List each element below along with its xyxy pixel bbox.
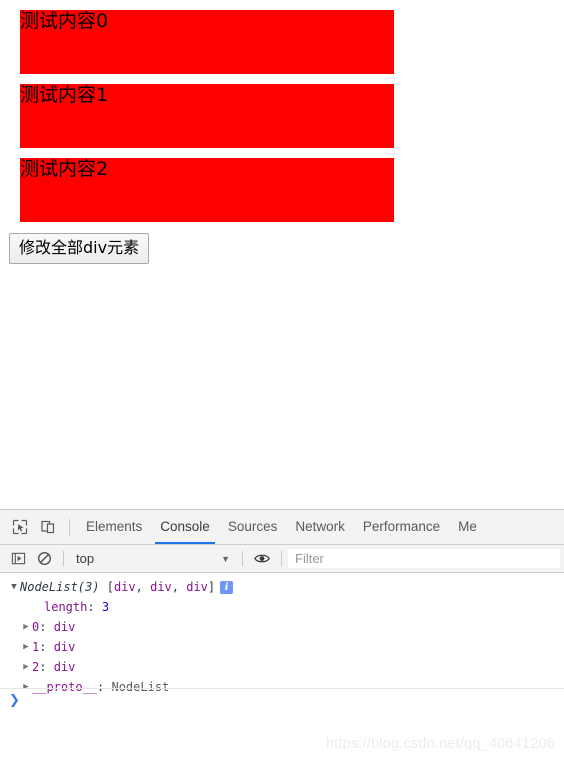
live-expression-eye-icon[interactable]	[249, 547, 275, 571]
console-log-text: 2: div	[32, 660, 76, 674]
disclosure-triangle-closed-icon[interactable]: ▶	[20, 682, 32, 692]
watermark-text: https://blog.csdn.net/qq_40641206	[325, 736, 555, 752]
inspect-element-icon[interactable]	[6, 513, 34, 541]
tab-network[interactable]: Network	[286, 510, 354, 544]
console-log-row[interactable]: length: 3	[0, 597, 564, 617]
filterbar-divider-2	[242, 551, 243, 566]
console-log-text: __proto__: NodeList	[32, 680, 170, 694]
web-page-viewport: 测试内容0 测试内容1 测试内容2 修改全部div元素	[0, 0, 564, 509]
console-prompt-divider	[0, 688, 564, 689]
inspect-element-glyph	[12, 519, 28, 535]
eye-glyph	[254, 554, 270, 563]
tab-performance[interactable]: Performance	[354, 510, 449, 544]
filterbar-divider-3	[281, 551, 282, 566]
console-log-row[interactable]: ▼ NodeList(3) [div, div, div] i	[0, 577, 564, 597]
console-log-text: 0: div	[32, 620, 76, 634]
chevron-down-icon: ▼	[221, 553, 230, 564]
tab-console[interactable]: Console	[151, 510, 219, 544]
devtools-tabbar: Elements Console Sources Network Perform…	[0, 510, 564, 545]
device-toolbar-icon[interactable]	[34, 513, 62, 541]
console-log-text: 1: div	[32, 640, 76, 654]
device-toolbar-glyph	[41, 520, 55, 534]
console-log-text: NodeList(3) [div, div, div]	[20, 580, 216, 594]
console-log-row[interactable]: ▶ 1: div	[0, 637, 564, 657]
clear-console-glyph	[37, 552, 51, 565]
disclosure-triangle-closed-icon[interactable]: ▶	[20, 662, 32, 672]
execution-context-icon[interactable]	[5, 547, 31, 571]
tab-memory[interactable]: Me	[449, 510, 486, 544]
disclosure-triangle-closed-icon[interactable]: ▶	[20, 642, 32, 652]
tab-elements[interactable]: Elements	[77, 510, 151, 544]
modify-all-divs-button[interactable]: 修改全部div元素	[9, 233, 150, 264]
prompt-caret-icon: ❯	[9, 692, 20, 708]
execution-context-glyph	[11, 552, 25, 565]
test-div-1: 测试内容1	[20, 84, 394, 148]
clear-console-icon[interactable]	[31, 547, 57, 571]
devtools-panel: Elements Console Sources Network Perform…	[0, 509, 564, 761]
console-log-row[interactable]: ▶ 2: div	[0, 657, 564, 677]
info-badge-icon[interactable]: i	[220, 580, 234, 594]
console-prompt-row[interactable]: ❯	[0, 689, 20, 711]
filterbar-divider-1	[63, 551, 64, 566]
test-div-0: 测试内容0	[20, 10, 394, 74]
console-log-row[interactable]: ▶ 0: div	[0, 617, 564, 637]
test-div-2: 测试内容2	[20, 158, 394, 222]
console-filter-bar: top ▼	[0, 545, 564, 573]
execution-context-value: top	[76, 551, 95, 566]
console-filter-input[interactable]	[288, 549, 560, 568]
toolbar-divider	[69, 518, 70, 536]
console-log-row[interactable]: ▶ __proto__: NodeList	[0, 677, 564, 697]
console-log-group: ▼ NodeList(3) [div, div, div] i length: 3 ▶ 0…	[0, 573, 564, 697]
execution-context-selector[interactable]: top ▼	[70, 548, 236, 570]
console-output[interactable]: ▼ NodeList(3) [div, div, div] i length: 3 ▶ 0…	[0, 573, 564, 760]
tab-sources[interactable]: Sources	[219, 510, 287, 544]
disclosure-triangle-closed-icon[interactable]: ▶	[20, 622, 32, 632]
disclosure-triangle-open-icon[interactable]: ▼	[8, 582, 20, 592]
console-log-text: length: 3	[44, 600, 110, 614]
